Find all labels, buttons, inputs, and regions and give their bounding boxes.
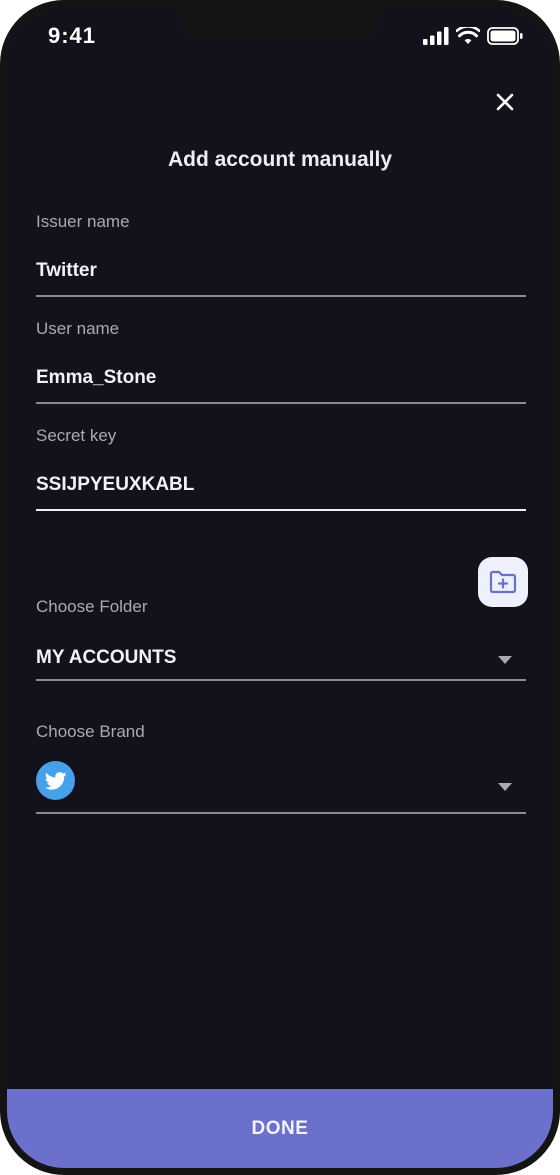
secret-key-input[interactable] bbox=[36, 474, 476, 496]
twitter-bird-icon bbox=[44, 771, 66, 790]
page-title: Add account manually bbox=[167, 148, 393, 171]
choose-folder-value: MY ACCOUNTS bbox=[36, 647, 177, 668]
choose-folder-label: Choose Folder bbox=[36, 597, 148, 616]
issuer-name-underline bbox=[36, 295, 526, 297]
secret-key-field: Secret key bbox=[36, 426, 526, 516]
choose-folder-underline bbox=[36, 679, 526, 681]
close-button[interactable] bbox=[493, 90, 517, 114]
folder-plus-icon bbox=[489, 570, 517, 594]
user-name-underline bbox=[36, 402, 526, 404]
issuer-name-label: Issuer name bbox=[36, 212, 130, 231]
status-time: 9:41 bbox=[48, 23, 97, 48]
user-name-label: User name bbox=[36, 319, 120, 338]
choose-brand-field[interactable]: Choose Brand bbox=[36, 722, 526, 814]
wifi-icon bbox=[456, 27, 480, 44]
done-button[interactable]: DONE bbox=[7, 1089, 553, 1168]
battery-icon bbox=[487, 27, 523, 45]
choose-brand-underline bbox=[36, 812, 526, 814]
close-icon bbox=[496, 93, 514, 111]
status-icons bbox=[423, 27, 523, 45]
secret-key-underline bbox=[36, 509, 526, 511]
chevron-down-icon bbox=[498, 656, 512, 664]
chevron-down-icon bbox=[498, 783, 512, 791]
user-name-input[interactable] bbox=[36, 367, 476, 389]
user-name-field: User name bbox=[36, 319, 526, 409]
brand-avatar bbox=[36, 761, 75, 800]
issuer-name-input[interactable] bbox=[36, 260, 476, 282]
secret-key-label: Secret key bbox=[36, 426, 117, 445]
device-notch bbox=[179, 7, 381, 40]
app-screen: 9:41 Add account manually Issuer name Tw… bbox=[7, 7, 553, 1168]
phone-frame: 9:41 Add account manually Issuer name Tw… bbox=[0, 0, 560, 1175]
choose-folder-field[interactable]: Choose Folder MY ACCOUNTS bbox=[36, 597, 526, 687]
issuer-name-field: Issuer name bbox=[36, 212, 526, 302]
signal-icon bbox=[423, 27, 449, 45]
choose-brand-label: Choose Brand bbox=[36, 722, 145, 741]
